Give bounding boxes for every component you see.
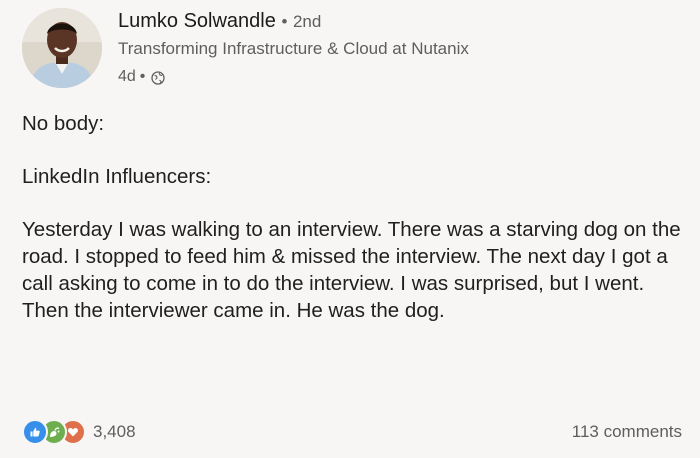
avatar[interactable] [22, 8, 102, 88]
social-counts: 3,408 113 comments [22, 418, 682, 446]
post-header: Lumko Solwandle • 2nd Transforming Infra… [22, 8, 682, 98]
post-text: No body: LinkedIn Influencers: Yesterday… [22, 110, 682, 324]
connection-degree: 2nd [292, 12, 322, 31]
globe-icon [151, 70, 166, 85]
reaction-count[interactable]: 3,408 [93, 422, 136, 442]
post-paragraph: Yesterday I was walking to an interview.… [22, 218, 681, 322]
reactions-summary[interactable]: 3,408 [22, 419, 136, 445]
post-meta: 4d • [118, 66, 469, 88]
post-paragraph: LinkedIn Influencers: [22, 165, 212, 188]
like-icon [22, 419, 48, 445]
author-headline: Transforming Infrastructure & Cloud at N… [118, 39, 469, 58]
author-name[interactable]: Lumko Solwandle [118, 10, 276, 32]
name-line: Lumko Solwandle • 2nd [118, 8, 469, 35]
meta-separator: • [139, 68, 146, 85]
post-time: 4d [118, 68, 136, 85]
author-block: Lumko Solwandle • 2nd Transforming Infra… [118, 8, 469, 88]
degree-separator: • [281, 12, 288, 31]
avatar-photo [22, 8, 102, 88]
comments-count[interactable]: 113 comments [572, 422, 682, 442]
post-paragraph: No body: [22, 112, 105, 135]
